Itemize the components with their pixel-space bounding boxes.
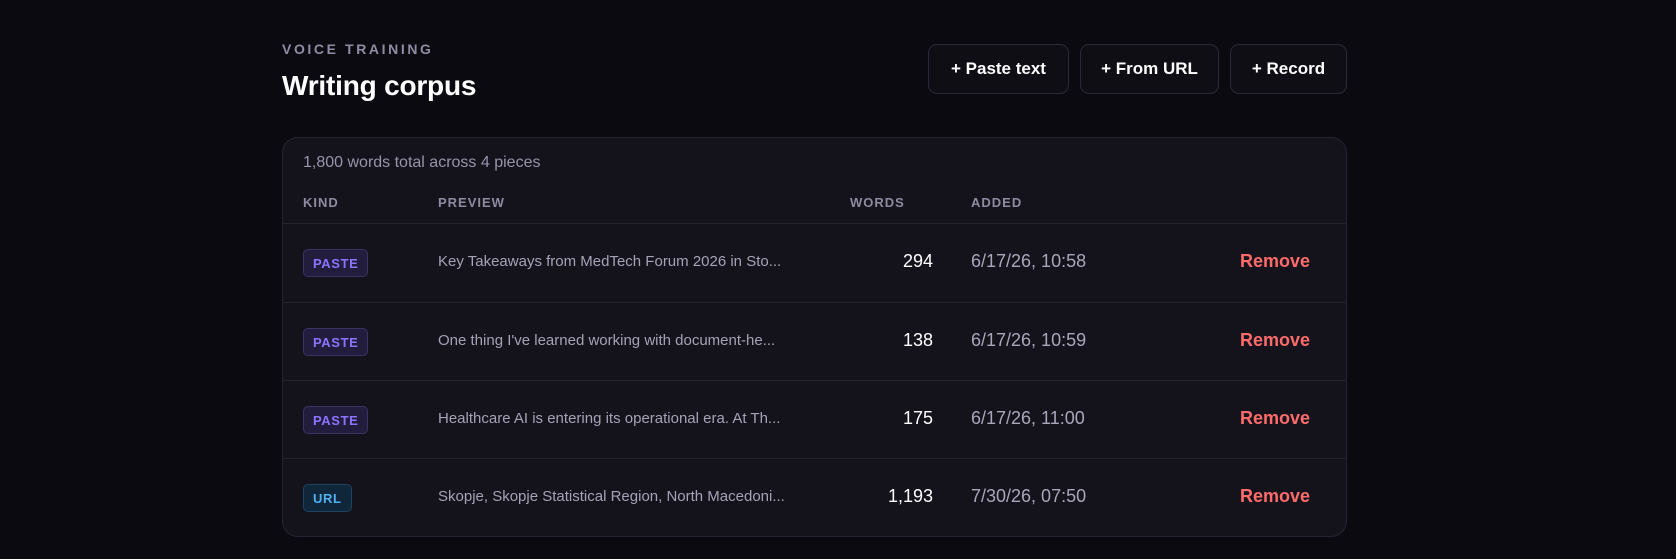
added-timestamp: 6/17/26, 10:59 — [971, 330, 1087, 350]
word-count: 294 — [902, 251, 933, 271]
remove-button[interactable]: Remove — [1240, 330, 1310, 351]
added-timestamp: 6/17/26, 11:00 — [971, 408, 1085, 428]
record-button[interactable]: + Record — [1230, 44, 1347, 94]
column-header-added: ADDED — [971, 195, 1023, 210]
table-row: PASTE One thing I've learned working wit… — [283, 302, 1346, 380]
kind-badge: PASTE — [303, 406, 369, 434]
corpus-summary: 1,800 words total across 4 pieces — [303, 154, 541, 171]
page-title: Writing corpus — [282, 70, 477, 101]
section-eyebrow: VOICE TRAINING — [282, 41, 434, 57]
column-header-kind: KIND — [303, 195, 339, 210]
preview-text: Skopje, Skopje Statistical Region, North… — [438, 488, 785, 505]
column-header-words: WORDS — [850, 195, 905, 210]
added-timestamp: 7/30/26, 07:50 — [971, 486, 1087, 506]
word-count: 1,193 — [887, 486, 933, 506]
corpus-table: 1,800 words total across 4 pieces KIND P… — [282, 137, 1347, 537]
added-timestamp: 6/17/26, 10:58 — [971, 251, 1087, 271]
paste-text-button[interactable]: + Paste text — [928, 44, 1069, 94]
preview-text: Key Takeaways from MedTech Forum 2026 in… — [438, 253, 782, 270]
column-header-preview: PREVIEW — [438, 195, 505, 210]
page-header: VOICE TRAINING Writing corpus + Paste te… — [282, 0, 1347, 136]
remove-button[interactable]: Remove — [1240, 486, 1310, 507]
kind-badge: PASTE — [303, 249, 369, 277]
kind-badge: PASTE — [303, 328, 369, 356]
kind-badge: URL — [303, 484, 352, 512]
table-row: PASTE Key Takeaways from MedTech Forum 2… — [283, 223, 1346, 301]
action-toolbar: + Paste text + From URL + Record — [928, 44, 1347, 94]
preview-text: One thing I've learned working with docu… — [438, 332, 776, 349]
table-row: PASTE Healthcare AI is entering its oper… — [283, 380, 1346, 458]
word-count: 138 — [902, 330, 933, 350]
word-count: 175 — [902, 408, 933, 428]
table-row: URL Skopje, Skopje Statistical Region, N… — [283, 458, 1346, 536]
remove-button[interactable]: Remove — [1240, 408, 1310, 429]
remove-button[interactable]: Remove — [1240, 251, 1310, 272]
from-url-button[interactable]: + From URL — [1080, 44, 1219, 94]
preview-text: Healthcare AI is entering its operationa… — [438, 410, 781, 427]
corpus-page: VOICE TRAINING Writing corpus + Paste te… — [282, 0, 1347, 537]
